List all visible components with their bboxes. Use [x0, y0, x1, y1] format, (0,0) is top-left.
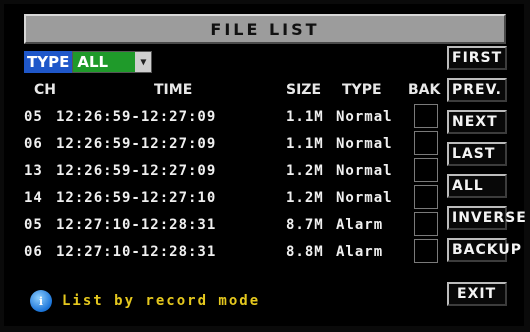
- type-filter-value: ALL: [73, 52, 124, 72]
- row-type: Alarm: [336, 244, 384, 260]
- table-row[interactable]: 05 12:27:10-12:28:31 8.7M Alarm: [24, 212, 444, 239]
- chevron-down-icon[interactable]: ▼: [135, 52, 152, 72]
- backup-checkbox[interactable]: [414, 185, 438, 209]
- table-row[interactable]: 06 12:26:59-12:27:09 1.1M Normal: [24, 131, 444, 158]
- row-ch: 06: [24, 244, 43, 260]
- type-filter-label: TYPE: [24, 51, 73, 73]
- type-filter: TYPE ALL ▼: [24, 50, 153, 74]
- backup-checkbox[interactable]: [414, 239, 438, 263]
- row-size: 8.7M: [286, 217, 324, 233]
- first-button[interactable]: FIRST: [447, 46, 507, 70]
- next-button[interactable]: NEXT: [447, 110, 507, 134]
- type-filter-select[interactable]: ALL ▼: [72, 51, 153, 73]
- row-type: Normal: [336, 109, 393, 125]
- row-size: 1.2M: [286, 190, 324, 206]
- backup-checkbox[interactable]: [414, 158, 438, 182]
- status-bar: i List by record mode: [30, 290, 260, 312]
- info-icon: i: [30, 290, 52, 312]
- last-button[interactable]: LAST: [447, 142, 507, 166]
- row-type: Normal: [336, 190, 393, 206]
- row-time: 12:26:59-12:27:09: [56, 163, 217, 179]
- table-header: CH TIME SIZE TYPE BAK: [24, 78, 444, 102]
- column-header-size: SIZE: [286, 82, 322, 98]
- window-title-text: FILE LIST: [210, 19, 320, 39]
- status-text: List by record mode: [62, 293, 261, 309]
- row-ch: 06: [24, 136, 43, 152]
- row-time: 12:26:59-12:27:09: [56, 109, 217, 125]
- row-time: 12:26:59-12:27:09: [56, 136, 217, 152]
- all-button[interactable]: ALL: [447, 174, 507, 198]
- backup-checkbox[interactable]: [414, 212, 438, 236]
- column-header-ch: CH: [34, 82, 56, 98]
- row-ch: 05: [24, 217, 43, 233]
- file-list-screen: FILE LIST TYPE ALL ▼ CH TIME SIZE TYPE B…: [4, 4, 526, 326]
- backup-button[interactable]: BACKUP: [447, 238, 521, 262]
- column-header-bak: BAK: [408, 82, 441, 98]
- table-row[interactable]: 05 12:26:59-12:27:09 1.1M Normal: [24, 104, 444, 131]
- row-ch: 14: [24, 190, 43, 206]
- row-type: Alarm: [336, 217, 384, 233]
- row-time: 12:27:10-12:28:31: [56, 217, 217, 233]
- row-size: 1.1M: [286, 109, 324, 125]
- backup-checkbox[interactable]: [414, 131, 438, 155]
- table-row[interactable]: 06 12:27:10-12:28:31 8.8M Alarm: [24, 239, 444, 266]
- column-header-type: TYPE: [342, 82, 382, 98]
- table-row[interactable]: 14 12:26:59-12:27:10 1.2M Normal: [24, 185, 444, 212]
- row-size: 8.8M: [286, 244, 324, 260]
- exit-button[interactable]: EXIT: [447, 282, 507, 306]
- row-size: 1.2M: [286, 163, 324, 179]
- row-size: 1.1M: [286, 136, 324, 152]
- prev-button[interactable]: PREV.: [447, 78, 507, 102]
- window-title: FILE LIST: [24, 14, 506, 44]
- row-time: 12:27:10-12:28:31: [56, 244, 217, 260]
- inverse-button[interactable]: INVERSE: [447, 206, 526, 230]
- backup-checkbox[interactable]: [414, 104, 438, 128]
- row-time: 12:26:59-12:27:10: [56, 190, 217, 206]
- row-ch: 05: [24, 109, 43, 125]
- table-row[interactable]: 13 12:26:59-12:27:09 1.2M Normal: [24, 158, 444, 185]
- type-filter-fill: [123, 52, 136, 72]
- row-type: Normal: [336, 136, 393, 152]
- row-ch: 13: [24, 163, 43, 179]
- column-header-time: TIME: [154, 82, 193, 98]
- row-type: Normal: [336, 163, 393, 179]
